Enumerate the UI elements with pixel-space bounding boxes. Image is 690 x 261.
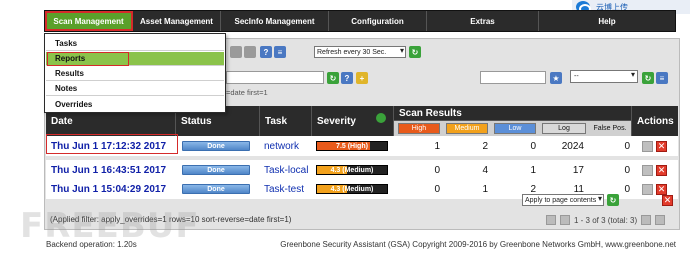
col-low[interactable]: Low — [494, 123, 536, 134]
status-cell: Done — [182, 136, 262, 156]
col-high[interactable]: High — [398, 123, 440, 134]
filter-help-icon[interactable]: ? — [341, 72, 353, 84]
apply-filter-icon[interactable]: ↻ — [642, 72, 654, 84]
trend-icon[interactable] — [642, 164, 653, 176]
col-severity[interactable]: Severity — [312, 106, 394, 136]
col-task[interactable]: Task — [260, 106, 312, 136]
col-medium[interactable]: Medium — [446, 123, 488, 134]
reports-highlight-outline — [47, 52, 129, 66]
col-severity-label: Severity — [317, 115, 356, 127]
page-footer: Backend operation: 1.20s Greenbone Secur… — [44, 238, 680, 252]
status-cell: Done — [182, 160, 262, 180]
actions-cell: ✕ — [642, 136, 676, 156]
sort-icon[interactable] — [376, 113, 386, 123]
delete-icon[interactable]: ✕ — [656, 164, 667, 176]
main-nav: Scan Management Asset Management SecInfo… — [44, 10, 676, 32]
actions-cell: ✕ — [642, 160, 676, 180]
task-link[interactable]: Task-local — [260, 160, 312, 180]
new-filter-icon[interactable]: + — [356, 72, 368, 84]
log-count: 2024 — [561, 140, 584, 152]
medium-count: 1 — [482, 183, 488, 195]
severity-label: 7.5 (High) — [336, 142, 368, 150]
date-highlight-outline — [46, 134, 178, 154]
next-icon[interactable] — [244, 46, 256, 58]
menu-item-tasks[interactable]: Tasks — [46, 37, 224, 51]
severity-bar: 4.3 (Medium) — [316, 184, 388, 194]
menu-item-notes[interactable]: Notes — [46, 82, 224, 96]
task-link[interactable]: network — [260, 136, 312, 156]
status-bar: Done — [182, 184, 250, 194]
severity-cell: 4.3 (Medium) — [316, 160, 392, 180]
severity-cell: 4.3 (Medium) — [316, 179, 392, 199]
nav-scan-management[interactable]: Scan Management — [45, 11, 133, 31]
pager: 1 - 3 of 3 (total: 3) — [546, 215, 666, 225]
task-link[interactable]: Task-test — [260, 179, 312, 199]
col-scan-results: Scan Results — [394, 106, 632, 121]
table-row: Thu Jun 1 16:43:51 2017 Done Task-local 4.3… — [46, 160, 678, 180]
low-count: 1 — [530, 164, 536, 176]
severity-bar: 7.5 (High) — [316, 141, 388, 151]
previous-icon[interactable] — [230, 46, 242, 58]
delete-icon[interactable]: ✕ — [656, 183, 667, 195]
log-count: 17 — [572, 164, 584, 176]
scan-management-dropdown: Tasks Reports Results Notes Overrides — [44, 33, 226, 113]
nav-help[interactable]: Help — [539, 11, 675, 31]
apply-action-icon[interactable]: ↻ — [607, 194, 619, 206]
severity-bar: 4.3 (Medium) — [316, 165, 388, 175]
severity-label: 4.3 (Medium) — [330, 185, 374, 193]
false-pos-count: 0 — [624, 164, 630, 176]
apply-to-select[interactable]: Apply to page contents — [522, 194, 604, 206]
last-page-icon[interactable] — [655, 215, 666, 225]
medium-count: 4 — [482, 164, 488, 176]
refresh-icon[interactable]: ↻ — [409, 46, 421, 58]
nav-asset-management[interactable]: Asset Management — [133, 11, 221, 31]
trend-icon[interactable] — [642, 140, 653, 152]
nav-extras[interactable]: Extras — [427, 11, 539, 31]
pager-text: 1 - 3 of 3 (total: 3) — [574, 215, 638, 225]
backend-operation: Backend operation: 1.20s — [46, 240, 137, 249]
copyright: Greenbone Security Assistant (GSA) Copyr… — [280, 240, 676, 249]
filter-hint: =date first=1 — [226, 88, 268, 97]
trend-icon[interactable] — [642, 183, 653, 195]
high-count: 0 — [434, 164, 440, 176]
status-cell: Done — [182, 179, 262, 199]
report-date-link[interactable]: Thu Jun 1 15:04:29 2017 — [46, 179, 176, 199]
delete-all-icon[interactable]: ✕ — [662, 195, 673, 206]
list-icon[interactable]: ≡ — [274, 46, 286, 58]
filter-list-icon[interactable]: ≡ — [656, 72, 668, 84]
menu-item-overrides[interactable]: Overrides — [46, 97, 224, 111]
col-false-pos[interactable]: False Pos. — [588, 123, 632, 134]
menu-item-results[interactable]: Results — [46, 67, 224, 81]
high-count: 1 — [434, 140, 440, 152]
severity-cell: 7.5 (High) — [316, 136, 392, 156]
status-bar: Done — [182, 165, 250, 175]
col-log[interactable]: Log — [542, 123, 586, 134]
severity-label: 4.3 (Medium) — [330, 166, 374, 174]
delete-icon[interactable]: ✕ — [656, 140, 667, 152]
medium-count: 2 — [482, 140, 488, 152]
filter-select[interactable]: -- — [570, 70, 638, 83]
help-icon[interactable]: ? — [260, 46, 272, 58]
col-actions: Actions — [632, 106, 678, 136]
high-count: 0 — [434, 183, 440, 195]
prev-page-icon[interactable] — [560, 215, 570, 225]
low-count: 0 — [530, 140, 536, 152]
top-bar: 云博上传 Scan Management Asset Management Se… — [0, 0, 690, 36]
first-page-icon[interactable] — [546, 215, 556, 225]
filter-name-input[interactable] — [480, 71, 546, 84]
update-filter-icon[interactable]: ↻ — [327, 72, 339, 84]
report-date-link[interactable]: Thu Jun 1 16:43:51 2017 — [46, 160, 176, 180]
refresh-select[interactable]: Refresh every 30 Sec. — [314, 46, 406, 58]
status-bar: Done — [182, 141, 250, 151]
nav-secinfo-management[interactable]: SecInfo Management — [221, 11, 329, 31]
filter-input[interactable] — [226, 71, 324, 84]
false-pos-count: 0 — [624, 140, 630, 152]
nav-configuration[interactable]: Configuration — [329, 11, 427, 31]
star-icon[interactable]: ★ — [550, 72, 562, 84]
next-page-icon[interactable] — [641, 215, 652, 225]
